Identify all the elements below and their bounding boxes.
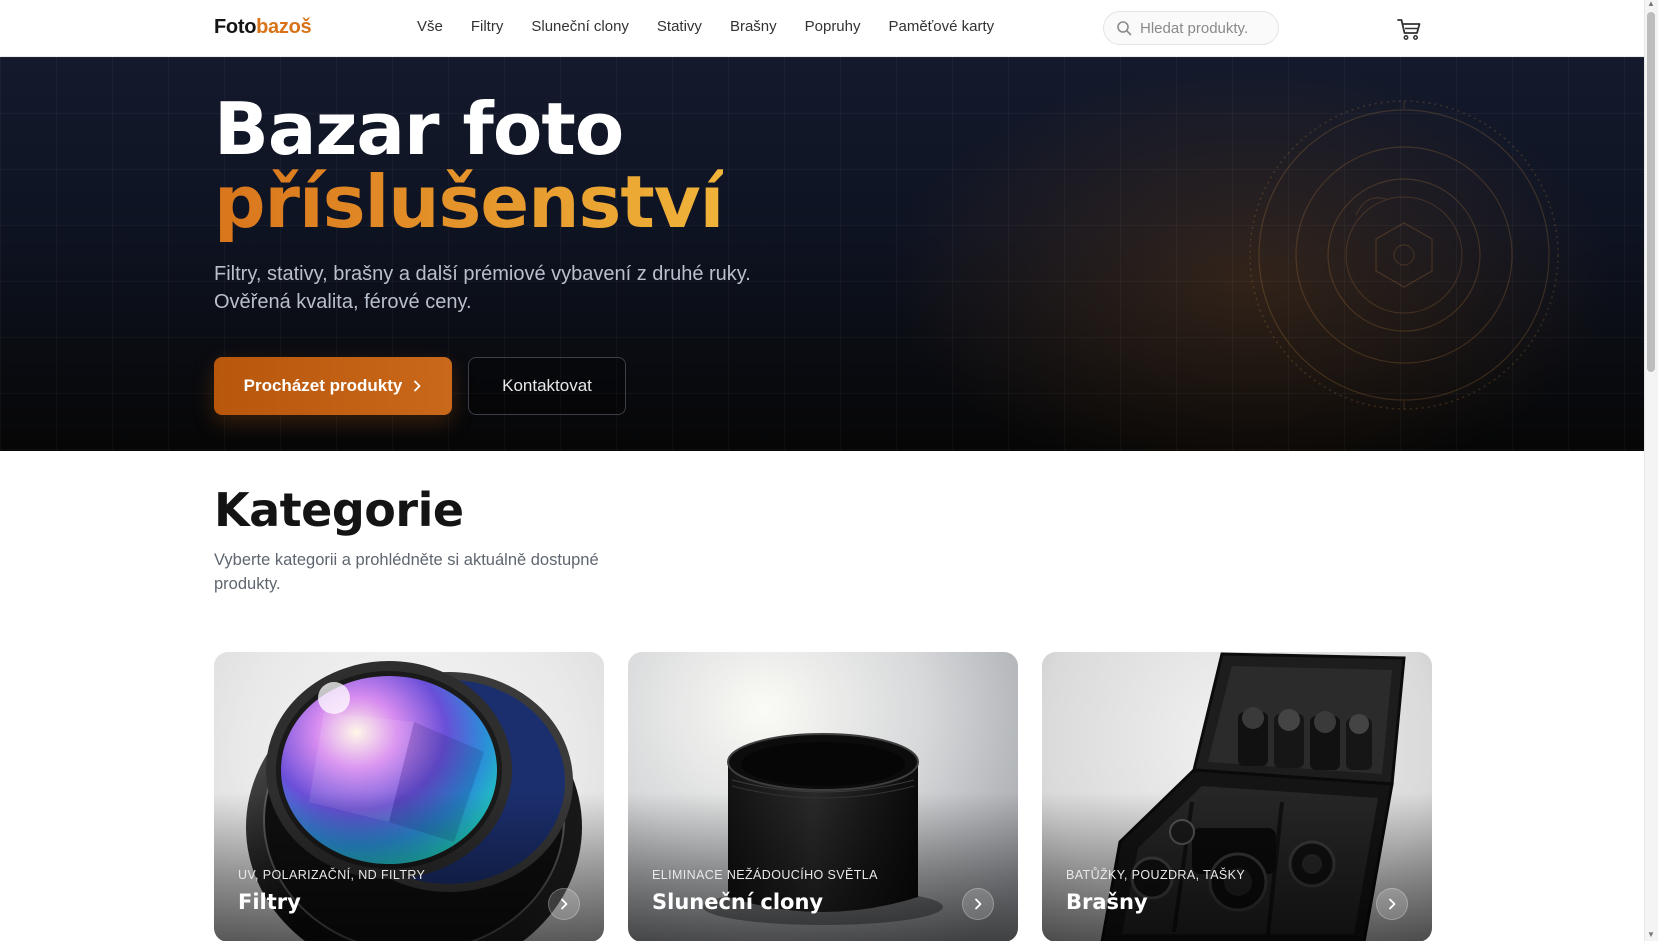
card-arrow-button[interactable]	[1376, 888, 1408, 920]
card-title: Brašny	[1066, 890, 1148, 914]
chevron-right-icon	[975, 898, 982, 910]
card-title: Filtry	[238, 890, 301, 914]
card-shade	[214, 792, 604, 941]
hero-subtitle-line1: Filtry, stativy, brašny a další prémiové…	[214, 263, 751, 285]
main-nav: Vše Filtry Sluneční clony Stativy Brašny…	[417, 18, 1022, 35]
page-scrollbar[interactable]: ▲ ▼	[1644, 0, 1658, 941]
site-header: Fotobazoš Vše Filtry Sluneční clony Stat…	[0, 0, 1644, 57]
logo-text-primary: Foto	[214, 16, 257, 38]
category-card-lens-hoods[interactable]: Eliminace nežádoucího světla Sluneční cl…	[628, 652, 1018, 941]
card-title: Sluneční clony	[652, 890, 824, 914]
chevron-right-icon	[561, 898, 568, 910]
site-logo[interactable]: Fotobazoš	[214, 16, 312, 39]
card-shade	[628, 792, 1018, 941]
hero-subtitle: Filtry, stativy, brašny a další prémiové…	[214, 260, 854, 316]
contact-label: Kontaktovat	[502, 376, 592, 395]
browse-products-label: Procházet produkty	[243, 376, 403, 395]
hero-title-line2: příslušenství	[214, 160, 724, 244]
nav-item-lens-hoods[interactable]: Sluneční clony	[531, 18, 629, 35]
search-icon	[1117, 21, 1132, 36]
scrollbar-thumb[interactable]	[1647, 12, 1655, 372]
categories-title: Kategorie	[214, 483, 464, 537]
card-tag: Batůžky, pouzdra, tašky	[1066, 868, 1246, 882]
search-box[interactable]	[1103, 11, 1279, 45]
cart-icon	[1397, 19, 1421, 40]
card-tag: UV, polarizační, ND filtry	[238, 868, 426, 882]
hero-section: Bazar foto příslušenství Filtry, stativy…	[0, 57, 1644, 451]
nav-item-tripods[interactable]: Stativy	[657, 18, 702, 35]
contact-button[interactable]: Kontaktovat	[468, 357, 626, 415]
scroll-up-icon[interactable]: ▲	[1647, 0, 1655, 8]
scroll-down-icon[interactable]: ▼	[1647, 931, 1655, 939]
logo-text-accent: bazoš	[256, 16, 312, 38]
nav-item-bags[interactable]: Brašny	[730, 18, 777, 35]
chevron-right-icon	[1389, 898, 1396, 910]
card-arrow-button[interactable]	[548, 888, 580, 920]
chevron-right-icon	[414, 380, 421, 392]
cart-button[interactable]	[1396, 16, 1422, 42]
category-card-filters[interactable]: UV, polarizační, ND filtry Filtry	[214, 652, 604, 941]
nav-item-filters[interactable]: Filtry	[471, 18, 504, 35]
categories-subtitle: Vyberte kategorii a prohlédněte si aktuá…	[214, 551, 599, 593]
category-card-bags[interactable]: Batůžky, pouzdra, tašky Brašny	[1042, 652, 1432, 941]
card-arrow-button[interactable]	[962, 888, 994, 920]
nav-item-straps[interactable]: Popruhy	[805, 18, 861, 35]
nav-item-all[interactable]: Vše	[417, 18, 443, 35]
lens-decoration-icon	[1249, 100, 1559, 410]
hero-title-line1: Bazar foto	[214, 87, 624, 171]
nav-item-memory-cards[interactable]: Paměťové karty	[889, 18, 995, 35]
card-shade	[1042, 792, 1432, 941]
card-tag: Eliminace nežádoucího světla	[652, 868, 878, 882]
search-input[interactable]	[1140, 19, 1270, 37]
browse-products-button[interactable]: Procházet produkty	[214, 357, 452, 415]
hero-subtitle-line2: Ověřená kvalita, férové ceny.	[214, 291, 472, 313]
